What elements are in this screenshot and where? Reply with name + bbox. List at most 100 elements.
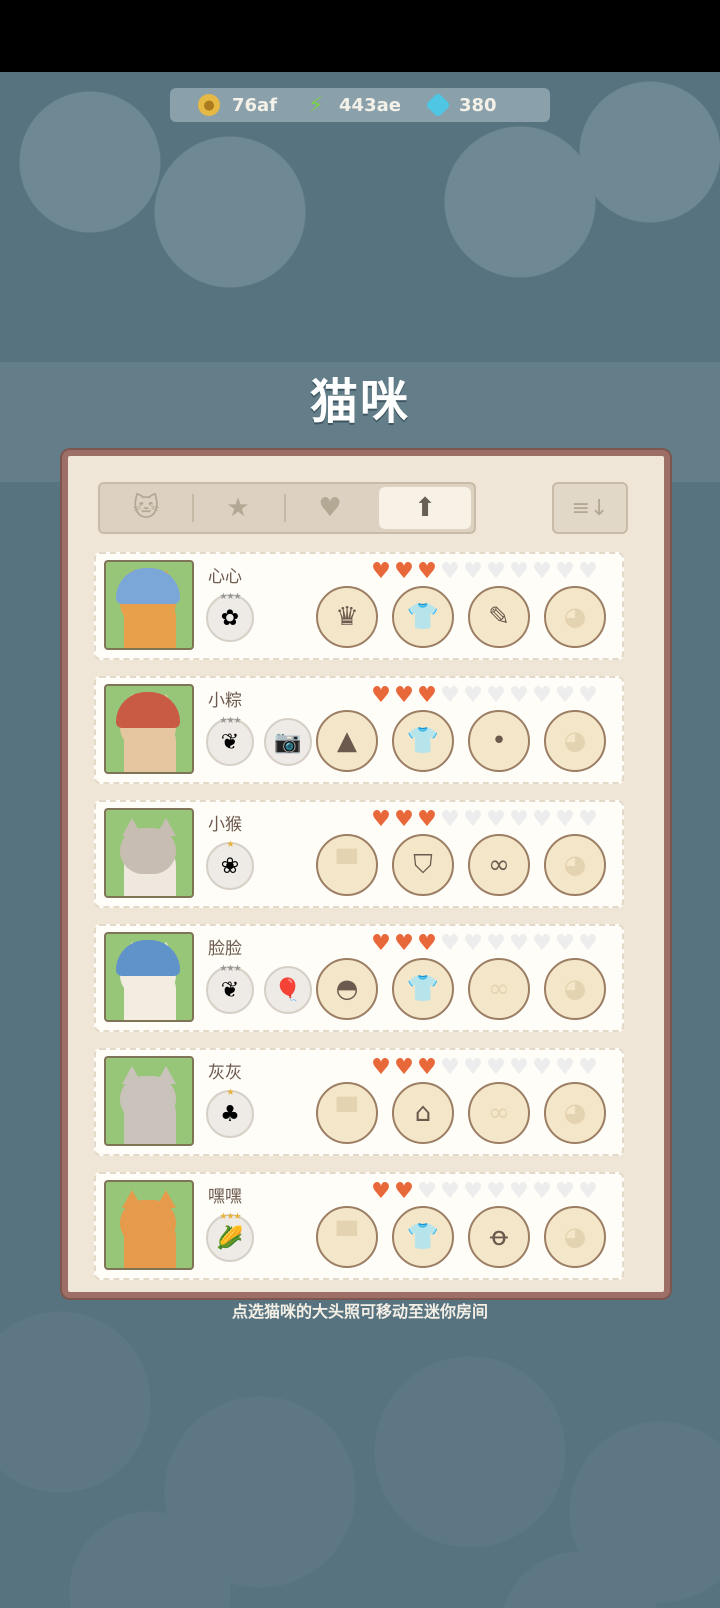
heart-filled-icon: ♥ [371,1179,391,1204]
corn-icon[interactable]: ★★★ 🌽 [206,1212,254,1262]
cat-skills: ★★★ 🌽 [206,1212,264,1262]
cat-row: 小粽 ♥ ♥ ♥ ♥ ♥ ♥ ♥ ♥ ♥ ♥ ★★★ ❦ 📷 ▲ 👕 • ◕ [94,676,624,784]
skill-stars: ★★★ [219,592,241,602]
equipment-slot-hat[interactable]: ♛ [316,586,378,648]
heart-empty-icon: ♥ [486,807,506,832]
shirt-icon: 👕 [406,602,440,632]
skill-stars: ★★★ [219,964,241,974]
blue-cap-icon: ◓ [335,974,359,1004]
equipment-slots: ▀ 👕 ꝋ ◕ [316,1206,620,1268]
heart-empty-icon: ♥ [578,1055,598,1080]
cat-portrait[interactable] [104,1180,194,1270]
equipment-slot-outfit[interactable]: ⌂ [392,1082,454,1144]
equipment-slot-hat[interactable]: ◓ [316,958,378,1020]
equipment-slots: ▀ ⛉ ∞ ◕ [316,834,620,896]
heart-empty-icon: ♥ [509,931,529,956]
lotus-root-icon[interactable]: ★★★ ✿ [206,592,254,642]
equipment-slot-hat[interactable]: ▀ [316,1082,378,1144]
cat-head [120,828,176,874]
equipment-slot-extra[interactable]: ◕ [544,958,606,1020]
equipment-slot-outfit[interactable]: 👕 [392,1206,454,1268]
shirt-icon: 👕 [406,974,440,1004]
cat-face-icon: ◕ [563,974,587,1004]
hint-text: 点选猫咪的大头照可移动至迷你房间 [231,1302,488,1321]
cat-row: 嘿嘿 ♥ ♥ ♥ ♥ ♥ ♥ ♥ ♥ ♥ ♥ ★★★ 🌽 ▀ 👕 ꝋ ◕ [94,1172,624,1280]
cat-name: 脸脸 [208,939,242,959]
filter-tabs: 🐱 ★ ♥ ⬆ [98,482,476,534]
heart-filled-icon: ♥ [371,559,391,584]
heart-empty-icon: ♥ [463,807,483,832]
heart-empty-icon: ♥ [440,931,460,956]
tab-favorites[interactable]: ★ [192,484,284,532]
heart-empty-icon: ♥ [509,1179,529,1204]
tab-affection[interactable]: ♥ [284,484,376,532]
sort-button[interactable]: ≡↓ [552,482,628,534]
equipment-slot-accessory[interactable]: ✎ [468,586,530,648]
heart-filled-icon: ♥ [417,931,437,956]
tab-level[interactable]: ⬆ [379,487,471,529]
cabbage-icon[interactable]: ★ ❀ [206,840,254,890]
skill-stars: ★ [226,840,234,850]
heart-empty-icon: ♥ [532,931,552,956]
wheat-icon[interactable]: ★★★ ❦ [206,716,254,766]
coin-value: 76af [232,94,278,116]
equipment-slot-extra[interactable]: ◕ [544,710,606,772]
coin-counter[interactable]: ● 76af [198,94,277,116]
camera-icon[interactable]: 📷 [264,718,312,766]
skill-stars: ★★★ [219,716,241,726]
heart-filled-icon: ♥ [417,807,437,832]
cat-portrait[interactable] [104,808,194,898]
heart-filled-icon: ♥ [371,683,391,708]
affection-hearts: ♥ ♥ ♥ ♥ ♥ ♥ ♥ ♥ ♥ ♥ [370,559,600,584]
cat-list: 心心 ♥ ♥ ♥ ♥ ♥ ♥ ♥ ♥ ♥ ♥ ★★★ ✿ ♛ 👕 ✎ ◕ 小粽 ♥ ♥ ♥ ♥ ♥ ♥ ♥ ♥ ♥ ♥ ★★★ ❦ 📷 ▲ 👕 •… [94,552,624,1296]
broccoli-icon[interactable]: ★ ♣ [206,1088,254,1138]
equipment-slot-outfit[interactable]: ⛉ [392,834,454,896]
cat-portrait[interactable] [104,932,194,1022]
equipment-slot-accessory[interactable]: ∞ [468,958,530,1020]
wheat-icon[interactable]: ★★★ ❦ [206,964,254,1014]
equipment-slot-extra[interactable]: ◕ [544,586,606,648]
heart-empty-icon: ♥ [532,1179,552,1204]
heart-empty-icon: ♥ [578,1179,598,1204]
heart-icon: ♥ [318,493,342,523]
equipment-slot-accessory[interactable]: ∞ [468,1082,530,1144]
cat-face-icon: ◕ [563,1222,587,1252]
heart-filled-icon: ♥ [417,559,437,584]
cat-list-panel: 🐱 ★ ♥ ⬆ ≡↓ 心心 ♥ ♥ ♥ ♥ ♥ ♥ ♥ ♥ ♥ ♥ ★★★ ✿ ♛ 👕 ✎ ◕ 小粽 ♥ ♥ ♥ ♥ ♥ ♥ ♥… [62,450,670,1298]
heart-empty-icon: ♥ [532,807,552,832]
glasses-icon: ∞ [488,850,510,880]
heart-empty-icon: ♥ [463,559,483,584]
equipment-slot-hat[interactable]: ▀ [316,834,378,896]
equipment-slot-extra[interactable]: ◕ [544,1082,606,1144]
equipment-slot-hat[interactable]: ▀ [316,1206,378,1268]
energy-counter[interactable]: ⚡ 443ae [305,93,401,118]
equipment-slot-accessory[interactable]: ꝋ [468,1206,530,1268]
cat-portrait[interactable] [104,560,194,650]
equipment-slot-outfit[interactable]: 👕 [392,710,454,772]
skill-stars: ★★★ [219,1212,241,1222]
heart-empty-icon: ♥ [440,683,460,708]
equipment-slot-outfit[interactable]: 👕 [392,958,454,1020]
heart-filled-icon: ♥ [394,683,414,708]
equipment-slot-hat[interactable]: ▲ [316,710,378,772]
equipment-slot-extra[interactable]: ◕ [544,834,606,896]
tab-cats[interactable]: 🐱 [100,484,192,532]
gem-counter[interactable]: 380 [425,92,497,118]
top-hat-icon: ▀ [337,1098,357,1128]
equipment-slot-extra[interactable]: ◕ [544,1206,606,1268]
equipment-slot-outfit[interactable]: 👕 [392,586,454,648]
heart-empty-icon: ♥ [555,1055,575,1080]
cat-portrait[interactable] [104,684,194,774]
cat-portrait[interactable] [104,1056,194,1146]
cat-row: 小猴 ♥ ♥ ♥ ♥ ♥ ♥ ♥ ♥ ♥ ♥ ★ ❀ ▀ ⛉ ∞ ◕ [94,800,624,908]
heart-filled-icon: ♥ [371,931,391,956]
heart-empty-icon: ♥ [578,931,598,956]
heart-filled-icon: ♥ [394,1055,414,1080]
equipment-slot-accessory[interactable]: ∞ [468,834,530,896]
equipment-slots: ◓ 👕 ∞ ◕ [316,958,620,1020]
heart-empty-icon: ♥ [532,559,552,584]
equipment-slot-accessory[interactable]: • [468,710,530,772]
page-title: 猫咪 [309,374,410,430]
balloon-icon[interactable]: 🎈 [264,966,312,1014]
heart-empty-icon: ♥ [555,1179,575,1204]
